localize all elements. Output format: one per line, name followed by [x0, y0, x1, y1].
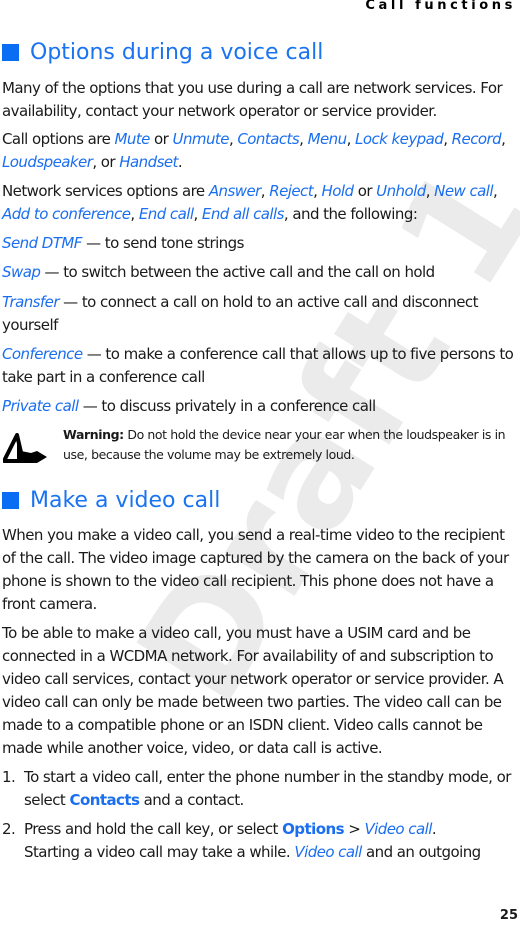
option-term: Add to conference — [2, 205, 131, 223]
text-run: , — [501, 130, 506, 148]
option-term: Contacts — [237, 130, 300, 148]
text-run: , and the following: — [283, 205, 418, 223]
text-run: > — [343, 820, 365, 838]
text-run: Press and hold the call key, or select — [24, 820, 283, 838]
paragraph: Network services options are Answer, Rej… — [2, 180, 520, 226]
text-run: Starting a video call may take a while. — [24, 843, 295, 861]
warning-icon — [3, 433, 47, 463]
warning-text: Do not hold the device near your ear whe… — [63, 427, 506, 462]
text-run: , — [443, 130, 452, 148]
option-term: Send DTMF — [2, 234, 82, 252]
text-run: Call options are — [2, 130, 115, 148]
heading-square-icon — [2, 44, 19, 61]
text-run: — to connect a call on hold to an active… — [2, 293, 478, 334]
text-run: , — [260, 182, 270, 200]
option-term: Lock keypad — [355, 130, 444, 148]
option-term: Video call — [294, 843, 362, 861]
text-run: and an outgoing — [361, 843, 481, 861]
option-term: Loudspeaker — [2, 153, 93, 171]
text-run: , — [313, 182, 322, 200]
text-run: , — [193, 205, 202, 223]
paragraph: Call options are Mute or Unmute, Contact… — [2, 128, 520, 174]
list-item: 2. Press and hold the call key, or select… — [2, 818, 520, 864]
list-number: 2. — [2, 820, 16, 838]
paragraph: When you make a video call, you send a r… — [2, 524, 520, 616]
option-term: Transfer — [2, 293, 60, 311]
heading-text: Options during a voice call — [30, 40, 324, 65]
text-run: or — [353, 182, 377, 200]
option-term: Private call — [2, 397, 79, 415]
paragraph: Send DTMF — to send tone strings — [2, 232, 520, 255]
section-heading: Options during a voice call — [2, 40, 323, 65]
warning-label: Warning: — [63, 427, 124, 442]
option-term: End all calls — [201, 205, 285, 223]
text-run: — to send tone strings — [81, 234, 244, 252]
text-run: . — [177, 153, 183, 171]
text-run: . — [431, 820, 437, 838]
text-run: — to switch between the active call and … — [40, 263, 436, 281]
heading-text: Make a video call — [30, 488, 221, 513]
option-term: Handset — [119, 153, 178, 171]
section-heading: Make a video call — [2, 488, 220, 513]
option-term: Unmute — [172, 130, 230, 148]
text-run: To be able to make a video call, you mus… — [2, 624, 504, 757]
option-term: End call — [138, 205, 194, 223]
paragraph: To be able to make a video call, you mus… — [2, 622, 520, 760]
option-term: Menu — [307, 130, 348, 148]
option-term: Unhold — [376, 182, 426, 200]
text-run: Many of the options that you use during … — [2, 79, 503, 120]
paragraph: Transfer — to connect a call on hold to … — [2, 291, 520, 337]
text-run: When you make a video call, you send a r… — [2, 526, 509, 613]
option-term: Record — [451, 130, 502, 148]
paragraph: Conference — to make a conference call t… — [2, 343, 520, 389]
text-run: , — [130, 205, 139, 223]
text-run: , — [346, 130, 356, 148]
list-item: 1. To start a video call, enter the phone… — [2, 766, 520, 812]
document-page: Draft 1 Call functions Options during a … — [0, 0, 520, 925]
text-run: , or — [92, 153, 120, 171]
ui-term: Contacts — [69, 791, 140, 809]
option-term: New call — [434, 182, 494, 200]
warning-note: Warning: Do not hold the device near you… — [63, 425, 520, 465]
heading-square-icon — [2, 492, 19, 509]
text-run: , — [299, 130, 308, 148]
text-run: — to discuss privately in a conference c… — [78, 397, 376, 415]
option-term: Answer — [208, 182, 262, 200]
text-run: , — [493, 182, 498, 200]
option-term: Video call — [364, 820, 432, 838]
text-run: and a contact. — [139, 791, 245, 809]
option-term: Reject — [269, 182, 314, 200]
option-term: Hold — [321, 182, 355, 200]
list-number: 1. — [2, 768, 16, 786]
text-run: Network services options are — [2, 182, 209, 200]
text-run: or — [149, 130, 173, 148]
paragraph: Private call — to discuss privately in a… — [2, 395, 520, 418]
option-term: Mute — [114, 130, 150, 148]
running-header: Call functions — [365, 0, 516, 13]
ui-term: Options — [282, 820, 344, 838]
option-term: Conference — [2, 345, 83, 363]
text-run: , — [425, 182, 435, 200]
paragraph: Swap — to switch between the active call… — [2, 261, 520, 284]
option-term: Swap — [2, 263, 41, 281]
paragraph: Many of the options that you use during … — [2, 77, 520, 123]
page-number: 25 — [499, 908, 518, 923]
